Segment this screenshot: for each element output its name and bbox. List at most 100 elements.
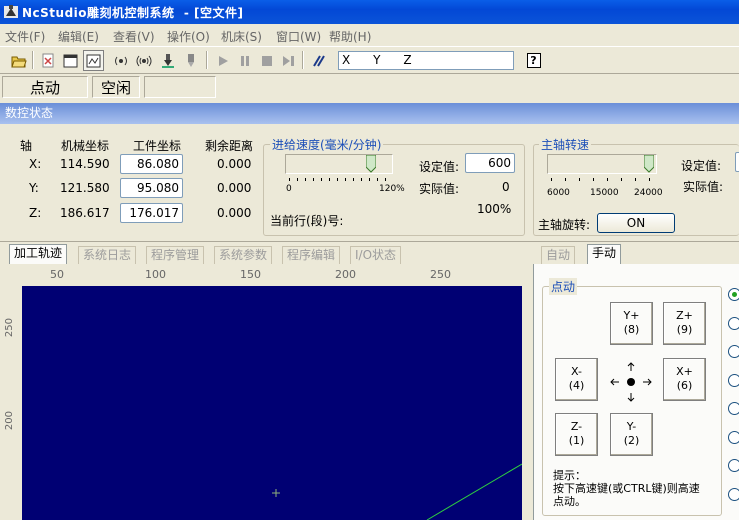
open-file-button[interactable] [8,50,29,71]
window-title: NcStudio雕刻机控制系统 - [空文件] [22,6,244,20]
tab-toolpath[interactable]: 加工轨迹 [9,244,68,264]
feed-set-label: 设定值: [419,160,460,174]
remaining-header: 剩余距离 [205,139,254,153]
tab-program-manager[interactable]: 程序管理 [146,246,205,264]
spindle-button[interactable] [157,50,178,71]
track-icon [86,54,101,67]
stop-button[interactable] [256,50,277,71]
coordinate-input[interactable]: X Y Z [338,51,514,70]
document-close-icon [42,53,53,68]
help-icon: ? [526,53,541,68]
jog-key: (2) [623,434,640,447]
signal-button-2[interactable] [133,50,154,71]
jog-y-minus-button[interactable]: Y- (2) [610,413,653,456]
tab-system-log[interactable]: 系统日志 [78,246,137,264]
jog-key: (1) [568,434,585,447]
pause-icon [240,55,249,66]
step-mode-radio[interactable] [728,374,739,387]
step-mode-radio[interactable] [728,488,739,501]
machine-state-status: 空闲 [92,76,140,98]
spindle-rotation-label: 主轴旋转: [538,218,591,232]
title-bar[interactable]: NcStudio雕刻机控制系统 - [空文件] [0,0,739,24]
work-coord-y[interactable]: 95.080 [120,178,183,198]
jog-group-title: 点动 [549,278,578,295]
tab-auto[interactable]: 自动 [541,246,576,264]
close-file-button[interactable] [37,50,58,71]
feed-slider-thumb[interactable] [366,155,376,173]
menu-help[interactable]: 帮助(H) [329,28,371,45]
step-mode-radio[interactable] [728,317,739,330]
toolpath-canvas[interactable] [22,286,523,520]
axis-label: X: [29,157,42,171]
work-coord-x[interactable]: 86.080 [120,154,183,174]
jog-z-plus-button[interactable]: Z+ (9) [663,302,706,345]
step-mode-radio[interactable] [728,345,739,358]
feed-speed-title: 进给速度(毫米/分钟) [270,136,384,153]
left-tabstrip: 加工轨迹 系统日志 程序管理 系统参数 程序编辑 I/O状态 [3,244,529,264]
signal-icon [114,56,127,65]
manual-panel: 点动 Y+ (8) Z+ (9) X- (4) X+ (6) Z- (1) Y- (2) 提… [533,264,739,520]
origin-crosshair [272,489,280,497]
window-view-button[interactable] [60,50,81,71]
tab-program-editor[interactable]: 程序编辑 [282,246,341,264]
spindle-slider-thumb[interactable] [644,155,654,173]
jog-key: (4) [568,379,585,392]
track-view-button[interactable] [83,50,104,71]
machine-coord-x: 114.590 [60,157,110,171]
status-strip: 点动 空闲 [0,74,739,100]
jog-label: Y- [626,420,637,433]
jog-label: Z- [570,420,583,433]
current-line-label: 当前行(段)号: [270,214,344,228]
menu-file[interactable]: 文件(F) [5,28,45,45]
jog-z-minus-button[interactable]: Z- (1) [555,413,598,456]
ruler-y-label: 200 [4,411,15,431]
menu-view[interactable]: 查看(V) [113,28,155,45]
tab-manual[interactable]: 手动 [587,244,622,264]
spindle-icon [161,54,174,68]
jog-label: X- [571,365,582,378]
remaining-y: 0.000 [217,181,252,195]
feed-override-percent: 100% [477,202,512,216]
left-ruler: 250 200 [3,284,22,520]
jog-label: Z+ [676,309,693,322]
help-button[interactable]: ? [523,50,544,71]
hint-line: 提示： [553,469,586,482]
machine-coord-header: 机械坐标 [61,139,110,153]
spindle-set-value[interactable] [735,152,739,172]
ruler-x-label: 200 [335,268,356,281]
step-button[interactable] [278,50,299,71]
spindle-slider[interactable] [547,154,657,174]
pause-button[interactable] [234,50,255,71]
jog-hint: 提示： 按下高速键(或CTRL键)则高速 点动。 [553,469,718,508]
step-mode-radio[interactable] [728,431,739,444]
folder-open-icon [10,56,27,67]
spindle-speed-title: 主轴转速 [539,136,592,153]
tool-button[interactable] [180,50,201,71]
menu-bar: 文件(F) 编辑(E) 查看(V) 操作(O) 机床(S) 窗口(W) 帮助(H… [0,24,739,46]
step-mode-radio[interactable] [728,402,739,415]
feed-actual-label: 实际值: [419,182,460,196]
reset-button[interactable] [308,50,329,71]
jog-x-minus-button[interactable]: X- (4) [555,358,598,401]
step-mode-radio[interactable] [728,459,739,472]
start-button[interactable] [212,50,233,71]
jog-label: X+ [676,365,693,378]
work-coord-z[interactable]: 176.017 [120,203,183,223]
spindle-on-button[interactable]: ON [597,213,675,233]
signal-button-1[interactable] [110,50,131,71]
axis-label: Y: [29,181,39,195]
feed-slider[interactable] [285,154,393,174]
menu-machine[interactable]: 机床(S) [221,28,262,45]
menu-operation[interactable]: 操作(O) [167,28,210,45]
jog-x-plus-button[interactable]: X+ (6) [663,358,706,401]
axis-column-header: 轴 [20,139,33,153]
machine-coord-y: 121.580 [60,181,110,195]
step-mode-radio[interactable] [728,288,739,301]
feed-set-value[interactable]: 600 [465,153,515,173]
tab-io-status[interactable]: I/O状态 [350,246,402,264]
tab-system-params[interactable]: 系统参数 [214,246,273,264]
spindle-tick: 24000 [634,188,663,198]
menu-edit[interactable]: 编辑(E) [58,28,99,45]
menu-window[interactable]: 窗口(W) [276,28,321,45]
jog-y-plus-button[interactable]: Y+ (8) [610,302,653,345]
